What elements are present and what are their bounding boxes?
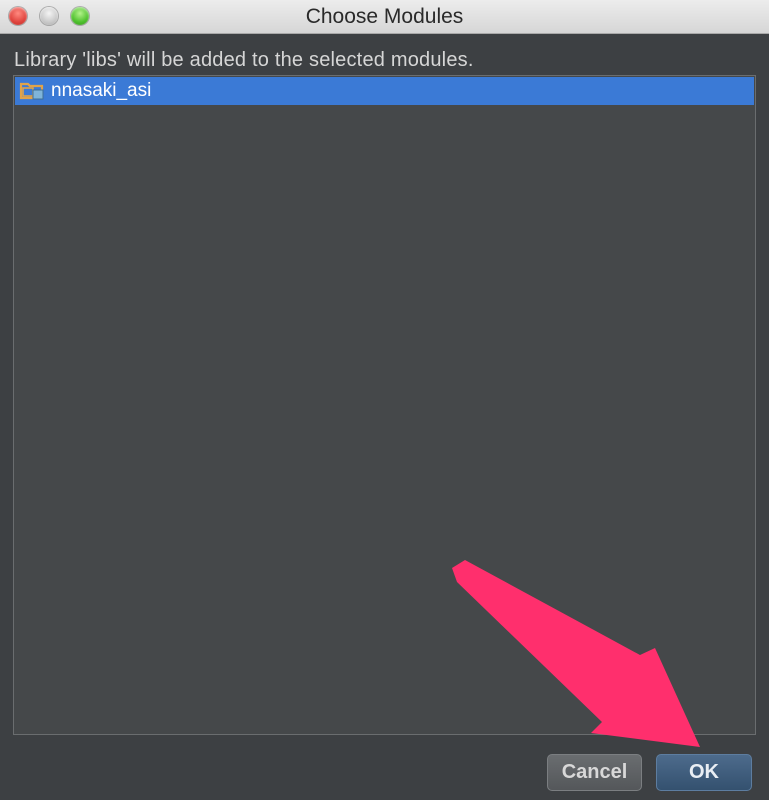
title-bar: Choose Modules (0, 0, 769, 34)
ok-button[interactable]: OK (656, 754, 752, 791)
module-list[interactable]: nnasaki_asi (13, 75, 756, 735)
choose-modules-dialog: Choose Modules Library 'libs' will be ad… (0, 0, 769, 800)
window-title: Choose Modules (305, 5, 464, 28)
cancel-button[interactable]: Cancel (547, 754, 642, 791)
dialog-message: Library 'libs' will be added to the sele… (14, 49, 474, 71)
module-list-item[interactable]: nnasaki_asi (15, 77, 754, 105)
module-name: nnasaki_asi (51, 80, 152, 101)
module-folder-icon (17, 77, 47, 105)
